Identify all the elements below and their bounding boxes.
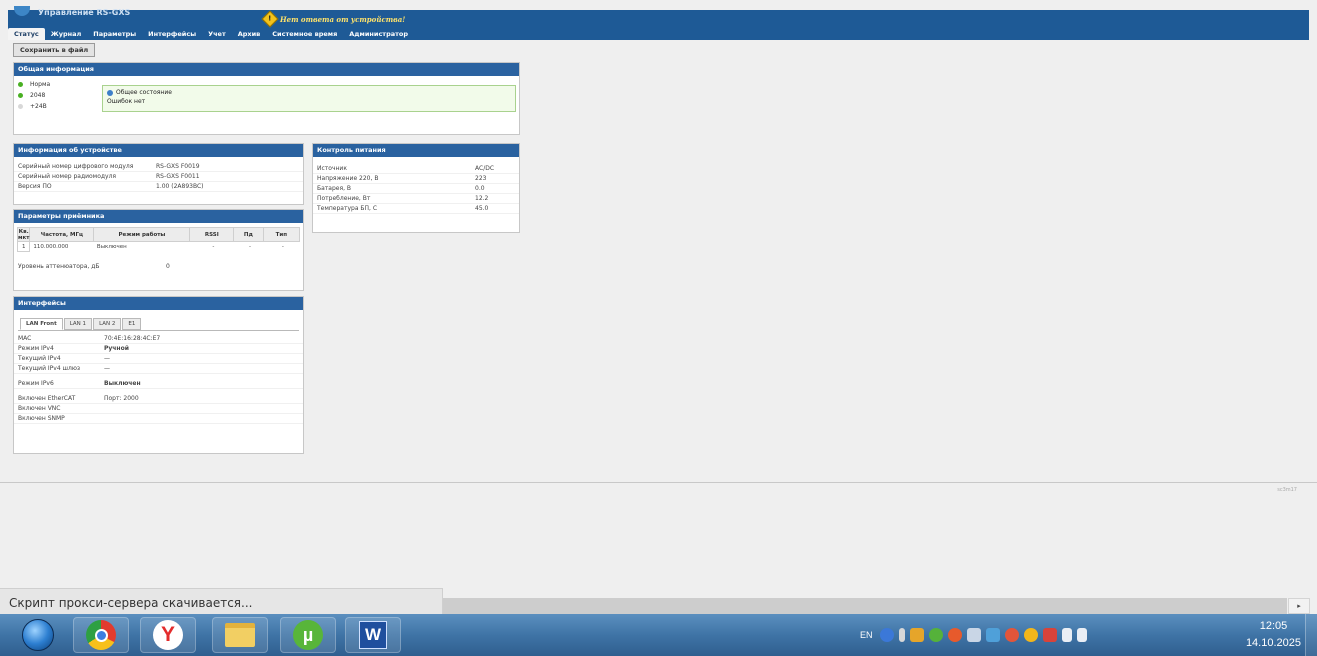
scroll-right-button[interactable]: ▸ <box>1288 598 1310 614</box>
browser-status-bar: Скрипт прокси-сервера скачивается... <box>0 588 443 614</box>
interface-row: Включен EtherCAT Порт: 2000 <box>14 394 303 404</box>
volume-icon[interactable] <box>1061 628 1072 642</box>
tray-shield-icon[interactable] <box>947 628 962 642</box>
device-row: Серийный номер радиомодуля RS-GXS F0011 <box>14 172 303 182</box>
col-header: Тип <box>262 227 301 242</box>
folder-icon <box>225 623 255 647</box>
utorrent-tray-icon[interactable] <box>928 628 943 642</box>
subtab-lan-front[interactable]: LAN Front <box>20 318 63 330</box>
power-row: Батарея, В 0.0 <box>313 184 519 194</box>
power-row: Потребление, Вт 12.2 <box>313 194 519 204</box>
yandex-browser-icon: Y <box>153 620 183 650</box>
receiver-table: Кв. мкт Частота, МГц Режим работы RSSI П… <box>16 227 301 252</box>
subtab-e1[interactable]: E1 <box>122 318 142 330</box>
tray-app-icon[interactable] <box>909 628 924 642</box>
col-header: Частота, МГц <box>29 227 95 242</box>
action-center-flag-icon[interactable] <box>1042 628 1057 642</box>
tab-status[interactable]: Статус <box>8 28 45 40</box>
app-name: Управление RS-GXS <box>38 8 131 17</box>
device-info-panel: Информация об устройстве Серийный номер … <box>13 143 304 205</box>
receiver-params-panel: Параметры приёмника Кв. мкт Частота, МГц… <box>13 209 304 291</box>
network-icon[interactable] <box>1076 628 1087 642</box>
word-icon: W <box>359 621 387 649</box>
save-to-file-button[interactable]: Сохранить в файл <box>13 43 96 57</box>
connection-alert: ! Нет ответа от устройства! <box>261 10 406 28</box>
windows-start-icon <box>22 619 54 651</box>
power-row: Температура БП, С 45.0 <box>313 204 519 214</box>
general-info-title: Общая информация <box>14 63 519 76</box>
chrome-icon <box>86 620 116 650</box>
power-row: Источник AC/DC <box>313 164 519 174</box>
taskbar-utorrent[interactable]: µ <box>280 617 336 653</box>
interface-row: Режим IPv4 Ручной <box>14 344 303 354</box>
general-state-box: Общее состояние Ошибок нет <box>102 85 516 112</box>
interface-row: Текущий IPv4 шлюз — <box>14 364 303 374</box>
alert-text: Нет ответа от устройства! <box>280 14 406 24</box>
taskbar-word[interactable]: W <box>345 617 401 653</box>
utorrent-icon: µ <box>293 620 323 650</box>
tab-interfaces[interactable]: Интерфейсы <box>142 28 202 40</box>
flag-icon[interactable] <box>898 628 905 642</box>
interface-row: Включен VNC <box>14 404 303 414</box>
system-tray: EN <box>860 628 1087 642</box>
device-info-title: Информация об устройстве <box>14 144 303 157</box>
tray-yellow-icon[interactable] <box>1023 628 1038 642</box>
device-row: Серийный номер цифрового модуля RS-GXS F0… <box>14 162 303 172</box>
main-tabs: Статус Журнал Параметры Интерфейсы Учет … <box>8 27 414 40</box>
col-header: Пд <box>233 227 264 242</box>
tab-accounting[interactable]: Учет <box>202 28 232 40</box>
power-control-title: Контроль питания <box>313 144 519 157</box>
show-desktop-button[interactable] <box>1305 614 1317 656</box>
app-header: Управление RS-GXS ! Нет ответа от устрой… <box>8 6 1309 40</box>
state-text: Ошибок нет <box>107 98 146 105</box>
col-header: RSSI <box>189 227 235 242</box>
state-title: Общее состояние <box>116 89 172 96</box>
receiver-params-title: Параметры приёмника <box>14 210 303 223</box>
col-header: Кв. мкт <box>16 227 31 242</box>
status-dot-icon <box>18 104 23 109</box>
power-row: Напряжение 220, В 223 <box>313 174 519 184</box>
horizontal-scrollbar[interactable] <box>443 598 1287 614</box>
interface-row: Текущий IPv4— <box>14 354 303 364</box>
tab-parameters[interactable]: Параметры <box>87 28 142 40</box>
status-dot-icon <box>18 93 23 98</box>
tab-journal[interactable]: Журнал <box>45 28 88 40</box>
warning-icon: ! <box>261 10 279 28</box>
tab-archive[interactable]: Архив <box>232 28 267 40</box>
tray-antivirus-icon[interactable] <box>1004 628 1019 642</box>
tab-administrator[interactable]: Администратор <box>343 28 414 40</box>
general-info-panel: Общая информация Норма 2048 +24В Общее с… <box>13 62 520 135</box>
power-control-panel: Контроль питания Источник AC/DC Напряжени… <box>312 143 520 233</box>
status-dot-icon <box>18 82 23 87</box>
col-header: Режим работы <box>93 227 191 242</box>
windows-taskbar: Y µ W EN 12:05 14.10.2025 <box>0 614 1317 656</box>
version-label: sc3m17 <box>1277 487 1297 493</box>
page-divider <box>0 482 1317 483</box>
info-icon <box>107 89 113 96</box>
help-icon[interactable] <box>879 628 894 642</box>
subtab-lan-2[interactable]: LAN 2 <box>93 318 122 330</box>
taskbar-yandex[interactable]: Y <box>140 617 196 653</box>
app-logo-icon <box>14 6 30 16</box>
interfaces-panel: Интерфейсы LAN Front LAN 1 LAN 2 E1 MAC 7… <box>13 296 304 454</box>
clock-date: 14.10.2025 <box>1245 637 1301 649</box>
interfaces-title: Интерфейсы <box>14 297 303 310</box>
clock-time: 12:05 <box>1259 620 1288 632</box>
interface-row: Режим IPv6 Выключен <box>14 379 303 389</box>
tray-monitor-icon[interactable] <box>985 628 1000 642</box>
interface-row: Включен SNMP <box>14 414 303 424</box>
interface-row: MAC 70:4E:16:28:4C:E7 <box>14 334 303 344</box>
taskbar-clock[interactable]: 12:05 14.10.2025 <box>1246 618 1301 652</box>
taskbar-explorer[interactable] <box>212 617 268 653</box>
attenuator-row: Уровень аттенюатора, дБ 0 <box>18 263 170 270</box>
interface-subtabs: LAN Front LAN 1 LAN 2 E1 <box>20 318 303 330</box>
subtab-lan-1[interactable]: LAN 1 <box>63 318 93 330</box>
start-button[interactable] <box>10 617 66 653</box>
language-indicator[interactable]: EN <box>860 630 873 640</box>
device-row: Версия ПО 1.00 (2A893BC) <box>14 182 303 192</box>
tab-system-time[interactable]: Системное время <box>266 28 343 40</box>
network-share-icon[interactable] <box>966 628 981 642</box>
taskbar-chrome[interactable] <box>73 617 129 653</box>
table-row: 1 110.000.000 Выключен - - - <box>16 241 300 252</box>
